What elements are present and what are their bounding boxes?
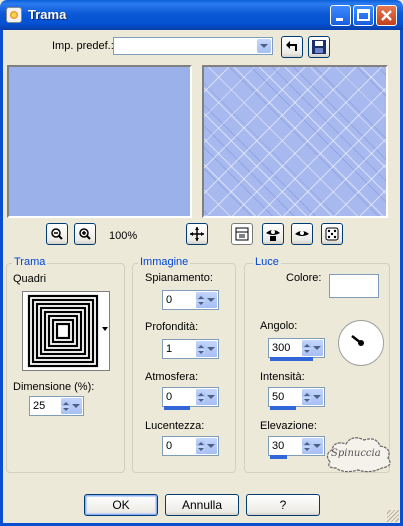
profondita-input[interactable]: 1 (162, 339, 219, 359)
preset-dropdown[interactable] (113, 37, 273, 55)
elevazione-input[interactable]: 30 (268, 436, 325, 456)
move-icon (190, 227, 204, 241)
undo-arrow-icon (286, 41, 297, 51)
minimize-icon (336, 18, 343, 21)
result-preview (202, 65, 388, 218)
size-value: 25 (33, 400, 46, 412)
light-color-swatch[interactable] (329, 274, 379, 298)
size-label: Dimensione (%): (13, 381, 95, 393)
window-icon (235, 227, 249, 241)
angolo-slider[interactable] (270, 357, 313, 361)
chevron-down-icon[interactable] (257, 39, 271, 53)
app-icon (6, 7, 22, 23)
zoom-in-button[interactable] (74, 223, 96, 245)
close-icon (381, 10, 392, 21)
luce-group-title: Luce (253, 256, 281, 268)
size-input[interactable]: 25 (29, 396, 84, 416)
eye-icon (295, 231, 309, 236)
intensita-input[interactable]: 50 (268, 387, 325, 407)
zoom-out-icon (51, 228, 63, 240)
help-button[interactable]: ? (246, 494, 320, 516)
concentric-squares-pattern (23, 292, 109, 370)
maximize-button[interactable] (353, 5, 374, 26)
angolo-label: Angolo: (260, 320, 298, 332)
reset-preset-button[interactable] (281, 36, 303, 58)
proof-button[interactable] (262, 223, 284, 245)
original-preview (7, 65, 192, 218)
randomize-button[interactable] (321, 223, 343, 245)
atmosfera-value: 0 (166, 391, 173, 403)
spianamento-dropdown[interactable] (205, 292, 217, 308)
save-preset-button[interactable] (308, 36, 330, 58)
intensita-slider[interactable] (270, 406, 296, 410)
elevazione-label: Elevazione: (260, 420, 317, 432)
pattern-swatch[interactable] (22, 291, 110, 371)
angle-dial[interactable] (338, 320, 384, 366)
profondita-value: 1 (166, 343, 173, 355)
spianamento-value: 0 (166, 294, 173, 306)
dice-icon (325, 227, 339, 241)
intensita-value: 50 (272, 391, 285, 403)
colore-label: Colore: (286, 272, 322, 284)
profondita-dropdown[interactable] (205, 341, 217, 357)
angle-needle-icon (351, 335, 364, 346)
pattern-label: Quadri (13, 273, 47, 285)
close-button[interactable] (376, 5, 397, 26)
eye-hand-icon (266, 230, 280, 241)
intensita-label: Intensità: (260, 371, 305, 383)
atmosfera-slider[interactable] (164, 406, 190, 410)
spianamento-label: Spianamento: (145, 272, 213, 284)
resize-grip[interactable] (387, 510, 399, 522)
zoom-out-button[interactable] (46, 223, 68, 245)
spianamento-input[interactable]: 0 (162, 290, 219, 310)
preset-label: Imp. predef.: (52, 40, 114, 52)
lucentezza-dropdown[interactable] (205, 438, 217, 454)
size-dropdown[interactable] (70, 398, 82, 414)
elevazione-slider[interactable] (270, 455, 287, 459)
preview-toggle-button[interactable] (231, 223, 253, 245)
lucentezza-input[interactable]: 0 (162, 436, 219, 456)
minimize-button[interactable] (330, 5, 351, 26)
intensita-dropdown[interactable] (311, 389, 323, 405)
immagine-group-title: Immagine (138, 256, 191, 268)
pan-button[interactable] (186, 223, 208, 245)
profondita-label: Profondità: (145, 321, 199, 333)
lucentezza-value: 0 (166, 440, 173, 452)
angolo-input[interactable]: 300 (268, 338, 325, 358)
elevazione-value: 30 (272, 440, 285, 452)
zoom-in-icon (79, 228, 91, 240)
atmosfera-input[interactable]: 0 (162, 387, 219, 407)
watermark-text: Spinuccia (331, 448, 381, 459)
floppy-disk-icon (312, 40, 326, 54)
angolo-value: 300 (272, 342, 291, 354)
auto-proof-button[interactable] (291, 223, 313, 245)
angolo-dropdown[interactable] (311, 340, 323, 356)
title-bar: Trama (0, 0, 403, 30)
zoom-level: 100% (109, 230, 138, 242)
trama-group-title: Trama (12, 256, 48, 268)
lucentezza-label: Lucentezza: (145, 420, 205, 432)
atmosfera-label: Atmosfera: (145, 371, 199, 383)
ok-button[interactable]: OK (84, 494, 158, 516)
maximize-icon (357, 9, 370, 21)
window-title: Trama (28, 7, 67, 22)
cancel-button[interactable]: Annulla (165, 494, 239, 516)
atmosfera-dropdown[interactable] (205, 389, 217, 405)
